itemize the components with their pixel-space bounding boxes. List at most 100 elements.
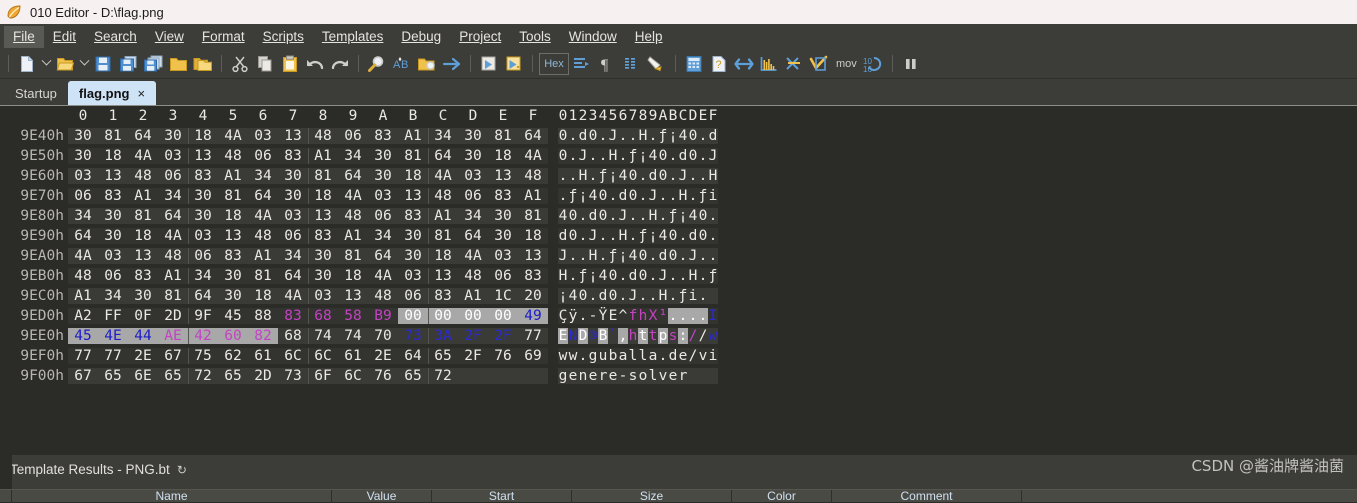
hex-byte[interactable]: 13 [278, 128, 308, 144]
paragraph-marks-icon[interactable]: ¶ [595, 52, 619, 76]
hex-byte[interactable]: 81 [398, 148, 428, 164]
results-column-header[interactable]: Comment [832, 490, 1022, 503]
ascii-char[interactable]: J [628, 288, 638, 304]
hex-byte[interactable]: A1 [68, 288, 98, 304]
ascii-char[interactable]: 0 [568, 208, 578, 224]
ascii-char[interactable]: . [588, 148, 598, 164]
ascii-bytes[interactable]: H. ƒ ¡ 4 0. d 0. J.. H. ƒ [558, 268, 718, 284]
hex-row[interactable]: 9E40h 30 81 64 30 18 4A 03 13 48 06 83 A1 34 30 81 64 0. d… [0, 126, 1357, 146]
menu-project[interactable]: Project [450, 26, 510, 48]
save-icon[interactable] [91, 52, 115, 76]
ascii-char[interactable]: H [618, 228, 628, 244]
ascii-char[interactable]: . [668, 308, 678, 324]
hex-row[interactable]: 9EA0h 4A 03 13 48 06 83 A1 34 30 81 64 30 18 4A 03 13 J..… [0, 246, 1357, 266]
ascii-char[interactable]: . [658, 348, 668, 364]
hex-byte[interactable]: 73 [278, 368, 308, 384]
ascii-char[interactable]: ƒ [638, 228, 648, 244]
hex-byte[interactable]: 13 [128, 248, 158, 264]
open-file-dropdown-icon[interactable] [78, 52, 90, 76]
hex-byte[interactable]: 13 [518, 248, 548, 264]
ascii-char[interactable]: f [628, 308, 638, 324]
ascii-char[interactable]: J [608, 128, 618, 144]
hex-byte[interactable]: 81 [158, 288, 188, 304]
hex-byte[interactable]: 65 [98, 368, 128, 384]
hex-byte[interactable]: 83 [398, 208, 428, 224]
ascii-bytes[interactable]: 0. d 0. J.. H. ƒ ¡ 4 0. d [558, 128, 718, 144]
ascii-char[interactable]: . [668, 188, 678, 204]
ascii-char[interactable]: . [698, 308, 708, 324]
hex-bytes[interactable]: 45 4E 44 AE 42 60 82 68 74 74 70 73 3A 2F 2F 77 [68, 328, 548, 344]
hex-row[interactable]: 9EE0h 45 4E 44 AE 42 60 82 68 74 74 70 73 3A 2F 2F 77 E N D… [0, 326, 1357, 346]
hex-bytes[interactable]: A2 FF 0F 2D 9F 45 88 83 68 58 B9 00 00 00 00 49 [68, 308, 548, 324]
column-mode-icon[interactable] [620, 52, 644, 76]
ascii-char[interactable]: B [598, 328, 608, 344]
hex-byte[interactable]: 48 [128, 168, 158, 184]
hex-byte[interactable]: 2F [488, 328, 518, 344]
hex-byte[interactable]: 65 [428, 348, 458, 364]
hex-byte[interactable]: 68 [308, 308, 338, 324]
ascii-char[interactable]: 0 [658, 148, 668, 164]
ascii-char[interactable]: J [618, 208, 628, 224]
hex-byte[interactable]: 48 [428, 188, 458, 204]
hex-byte[interactable]: 58 [338, 308, 368, 324]
replace-icon[interactable]: AB [390, 52, 414, 76]
ascii-char[interactable]: l [638, 348, 648, 364]
ascii-char[interactable]: ¡ [558, 288, 568, 304]
ascii-char[interactable]: . [708, 248, 718, 264]
hex-byte[interactable]: 64 [68, 228, 98, 244]
ascii-char[interactable]: u [598, 348, 608, 364]
ascii-char[interactable]: 0 [698, 228, 708, 244]
ascii-char[interactable]: d [558, 228, 568, 244]
ascii-char[interactable]: e [608, 368, 618, 384]
ascii-char[interactable]: Ç [558, 308, 568, 324]
hex-byte[interactable]: 06 [368, 208, 398, 224]
ascii-char[interactable]: . [598, 148, 608, 164]
ascii-char[interactable]: . [568, 128, 578, 144]
ascii-char[interactable]: H [588, 248, 598, 264]
ascii-char[interactable]: . [648, 128, 658, 144]
ascii-char[interactable]: n [578, 368, 588, 384]
ascii-char[interactable]: d [688, 228, 698, 244]
hex-byte[interactable]: 13 [188, 148, 218, 164]
hex-byte[interactable]: 64 [278, 268, 308, 284]
ascii-char[interactable]: . [568, 248, 578, 264]
ascii-char[interactable]: . [628, 228, 638, 244]
ascii-char[interactable]: . [578, 228, 588, 244]
hex-byte[interactable]: 30 [158, 128, 188, 144]
ascii-char[interactable]: . [688, 188, 698, 204]
ascii-char[interactable]: . [598, 248, 608, 264]
hex-byte[interactable]: 6C [308, 348, 338, 364]
hex-byte[interactable]: 4A [218, 128, 248, 144]
ascii-char[interactable]: 0 [638, 268, 648, 284]
ascii-char[interactable]: . [678, 248, 688, 264]
hex-bytes[interactable]: 30 18 4A 03 13 48 06 83 A1 34 30 81 64 30 18 4A [68, 148, 548, 164]
ascii-char[interactable]: J [578, 148, 588, 164]
ascii-char[interactable]: N [568, 328, 578, 344]
undo-icon[interactable] [303, 52, 327, 76]
ascii-char[interactable]: l [648, 368, 658, 384]
ascii-char[interactable]: 0 [628, 168, 638, 184]
ascii-char[interactable]: ¡ [678, 208, 688, 224]
hex-byte[interactable]: 81 [128, 208, 158, 224]
ascii-char[interactable]: . [598, 128, 608, 144]
hex-row[interactable]: 9EC0h A1 34 30 81 64 30 18 4A 03 13 48 06 83 A1 1C 20 ¡ 4 0… [0, 286, 1357, 306]
menu-search[interactable]: Search [85, 26, 146, 48]
ascii-char[interactable]: . [568, 148, 578, 164]
ascii-char[interactable]: . [578, 308, 588, 324]
ascii-char[interactable]: : [678, 328, 688, 344]
hex-byte[interactable]: 06 [158, 168, 188, 184]
hex-byte[interactable]: 13 [338, 288, 368, 304]
hex-byte[interactable]: 60 [218, 328, 248, 344]
ascii-char[interactable]: - [588, 308, 598, 324]
tab-startup[interactable]: Startup [4, 82, 68, 105]
hex-byte[interactable]: 06 [458, 188, 488, 204]
hex-byte[interactable]: 64 [368, 248, 398, 264]
ascii-char[interactable]: . [588, 168, 598, 184]
hex-byte[interactable]: A1 [158, 268, 188, 284]
hex-byte[interactable]: 4A [428, 168, 458, 184]
hex-byte[interactable]: 18 [488, 148, 518, 164]
ascii-bytes[interactable]: d 0. J.. H. ƒ ¡ 4 0. d 0. [558, 228, 718, 244]
hex-byte[interactable]: 4A [518, 148, 548, 164]
hex-row[interactable]: 9E60h 03 13 48 06 83 A1 34 30 81 64 30 18 4A 03 13 48.. H… [0, 166, 1357, 186]
ascii-bytes[interactable]: . ƒ ¡ 4 0. d 0. J.. H. ƒ i [558, 188, 718, 204]
